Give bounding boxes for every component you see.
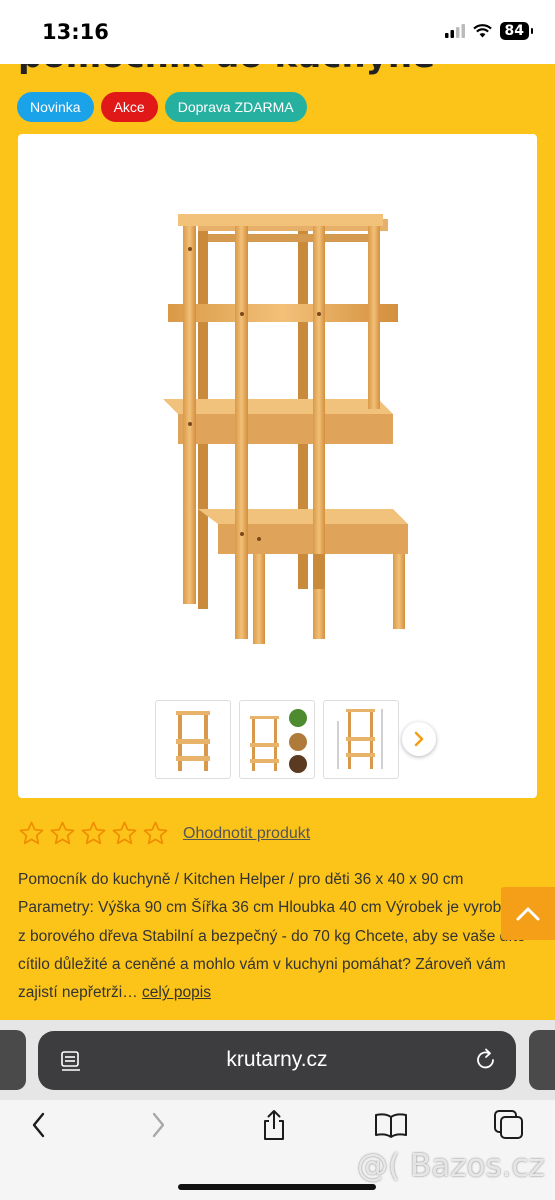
badge-new: Novinka: [17, 92, 94, 122]
star-rating[interactable]: [18, 820, 169, 847]
wooden-learning-tower-image[interactable]: [138, 209, 428, 649]
description-text: Pomocník do kuchyně / Kitchen Helper / p…: [18, 871, 527, 1002]
product-description: Pomocník do kuchyně / Kitchen Helper / p…: [18, 866, 533, 1007]
chevron-up-icon: [516, 907, 540, 920]
wifi-icon: [472, 24, 492, 38]
battery-indicator: 84: [499, 22, 534, 40]
badge-sale: Akce: [100, 92, 158, 122]
star-icon[interactable]: [80, 820, 107, 847]
next-tab-preview[interactable]: [529, 1030, 555, 1090]
star-icon[interactable]: [111, 820, 138, 847]
chevron-left-icon: [32, 1112, 45, 1138]
chevron-right-icon: [414, 731, 424, 747]
share-icon: [264, 1110, 284, 1140]
badge-free-shipping: Doprava ZDARMA: [164, 92, 307, 122]
status-time: 13:16: [42, 20, 109, 44]
gallery-next-button[interactable]: [402, 722, 436, 756]
star-icon[interactable]: [142, 820, 169, 847]
full-description-link[interactable]: celý popis: [142, 984, 211, 1001]
rating-row: Ohodnotit produkt: [18, 820, 310, 847]
address-bar[interactable]: krutarny.cz: [38, 1031, 516, 1090]
product-gallery: [18, 134, 537, 798]
badge-row: Novinka Akce Doprava ZDARMA: [17, 92, 307, 122]
star-icon[interactable]: [18, 820, 45, 847]
bookmarks-button[interactable]: [374, 1110, 408, 1140]
thumbnail-tower-dimensions[interactable]: [323, 700, 399, 779]
scroll-to-top-button[interactable]: [501, 887, 555, 940]
home-indicator[interactable]: [178, 1184, 376, 1190]
chevron-right-icon: [152, 1112, 165, 1138]
address-text[interactable]: krutarny.cz: [38, 1048, 516, 1072]
rate-product-link[interactable]: Ohodnotit produkt: [183, 825, 310, 843]
signal-icon: [444, 24, 465, 38]
status-icons: 84: [444, 22, 534, 40]
thumbnail-tower-features[interactable]: [239, 700, 315, 779]
status-bar: 13:16 84: [0, 0, 555, 64]
reload-icon[interactable]: [474, 1047, 498, 1073]
tabs-button[interactable]: [492, 1110, 526, 1140]
share-button[interactable]: [257, 1110, 291, 1140]
back-button[interactable]: [22, 1110, 56, 1140]
previous-tab-preview[interactable]: [0, 1030, 26, 1090]
thumbnail-strip: [155, 700, 399, 779]
book-icon: [375, 1113, 407, 1138]
star-icon[interactable]: [49, 820, 76, 847]
forward-button[interactable]: [141, 1110, 175, 1140]
bazos-watermark: @( Bazos.cz: [357, 1148, 545, 1184]
tabs-icon: [494, 1110, 523, 1139]
thumbnail-tower-front[interactable]: [155, 700, 231, 779]
